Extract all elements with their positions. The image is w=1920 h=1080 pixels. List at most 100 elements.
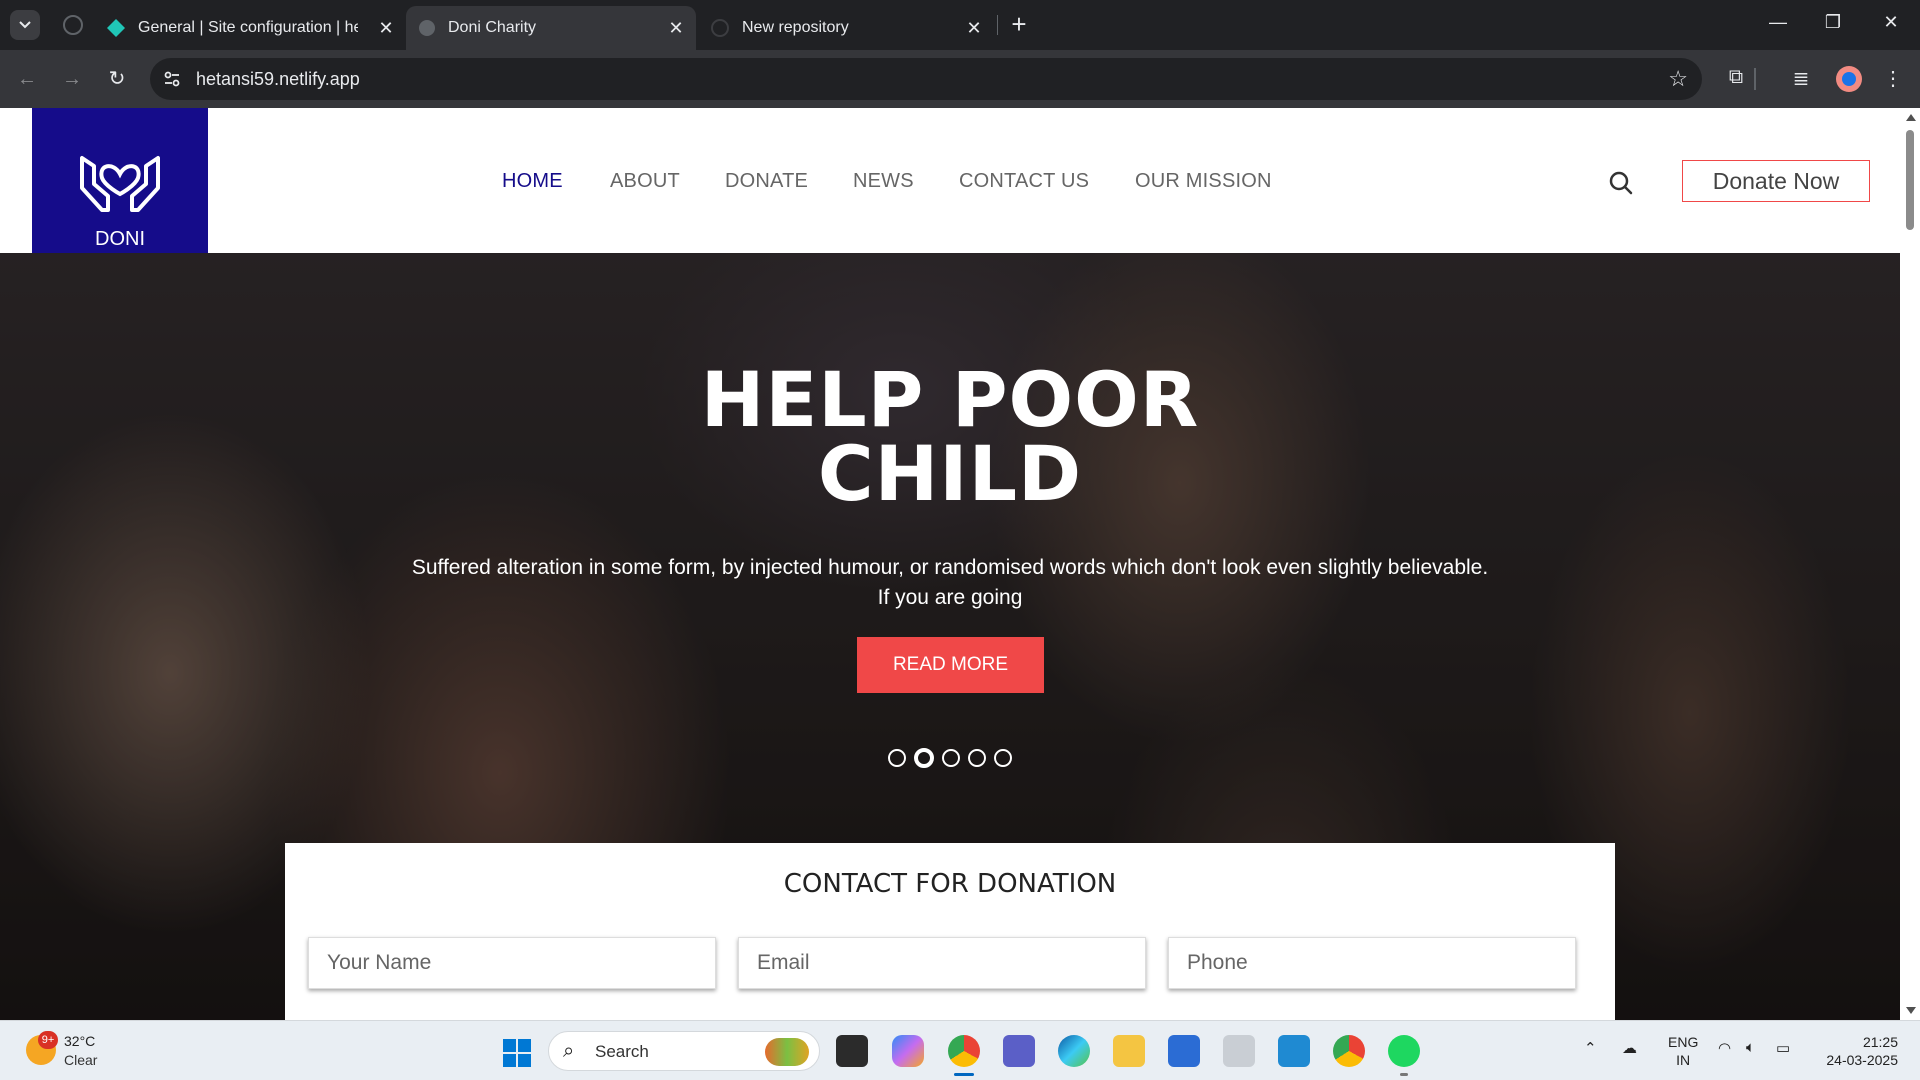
close-tab-icon[interactable]: ✕ [666, 18, 686, 38]
minimize-icon[interactable]: — [1763, 12, 1793, 38]
netlify-icon [107, 19, 125, 37]
windows-taskbar: 9+ 32°C Clear ⌕ Search ⌃ ☁ ENG IN ◠ 🔈︎ ▭… [0, 1020, 1920, 1080]
tab-title: New repository [742, 19, 849, 36]
show-hidden-icons-icon[interactable]: ⌃ [1584, 1039, 1597, 1057]
file-explorer-icon[interactable] [1113, 1035, 1145, 1067]
slider-dot-active[interactable] [914, 748, 934, 768]
site-header: DONI HOME ABOUT DONATE NEWS CONTACT US O… [0, 108, 1900, 253]
url-text: hetansi59.netlify.app [196, 69, 360, 89]
tab-title: Doni Charity [448, 19, 537, 36]
search-icon: ⌕ [563, 1040, 575, 1062]
nav-news[interactable]: NEWS [853, 170, 914, 193]
nav-our-mission[interactable]: OUR MISSION [1135, 170, 1272, 193]
spotify-icon[interactable] [1388, 1035, 1420, 1067]
reload-button[interactable]: ↻ [102, 64, 132, 94]
hero-text-line1: Suffered alteration in some form, by inj… [411, 556, 1489, 579]
tab-site-configuration[interactable]: General | Site configuration | hetansi59… [106, 6, 406, 50]
weather-badge: 9+ [38, 1031, 58, 1049]
close-tab-icon[interactable]: ✕ [376, 18, 396, 38]
logo-text: DONI [95, 228, 145, 250]
more-menu-icon[interactable]: ⋮ [1880, 66, 1906, 92]
hero-text-line2: If you are going [877, 586, 1023, 609]
name-input[interactable] [309, 938, 715, 988]
language-line2: IN [1676, 1052, 1691, 1068]
donation-contact-form: CONTACT FOR DONATION [285, 843, 1615, 1020]
hero-title: HELP POOR CHILD [0, 362, 1900, 518]
close-tab-icon[interactable]: ✕ [964, 18, 984, 38]
nav-contact-us[interactable]: CONTACT US [959, 170, 1089, 193]
donate-now-button[interactable]: Donate Now [1682, 160, 1870, 202]
profile-avatar[interactable] [1836, 66, 1862, 92]
tab-new-repository[interactable]: New repository ✕ [710, 6, 994, 50]
phone-field-wrapper [1168, 937, 1576, 989]
task-view-icon[interactable] [836, 1035, 868, 1067]
close-window-icon[interactable]: ✕ [1876, 12, 1906, 38]
language-line1: ENG [1668, 1034, 1699, 1050]
tab-search-button[interactable] [10, 10, 40, 40]
microsoft-store-icon[interactable] [1168, 1035, 1200, 1067]
active-app-indicator [954, 1073, 974, 1076]
nav-home[interactable]: HOME [502, 170, 563, 193]
clock-time: 21:25 [1862, 1034, 1898, 1050]
site-logo[interactable]: DONI [32, 108, 208, 253]
nav-donate[interactable]: DONATE [725, 170, 808, 193]
app-icon[interactable] [1223, 1035, 1255, 1067]
temperature: 32°C [64, 1033, 96, 1049]
github-pinned-tab-icon[interactable] [62, 14, 84, 36]
toolbar-divider [1754, 68, 1756, 90]
clock-date: 24-03-2025 [1826, 1052, 1898, 1068]
browser-toolbar: ← → ↻ hetansi59.netlify.app ☆ ⧉ ≣ ⋮ [0, 50, 1920, 108]
hero-title-line2: CHILD [817, 429, 1083, 518]
read-more-button[interactable]: READ MORE [857, 637, 1044, 693]
page-scrollbar[interactable] [1900, 108, 1920, 1020]
edge-icon[interactable] [1058, 1035, 1090, 1067]
form-title: CONTACT FOR DONATION [783, 869, 1117, 899]
hero-description: Suffered alteration in some form, by inj… [300, 553, 1600, 613]
windows-start-icon[interactable] [502, 1038, 532, 1068]
scroll-up-arrow-icon[interactable] [1906, 114, 1916, 121]
new-tab-button[interactable]: + [1006, 11, 1032, 38]
vscode-icon[interactable] [1278, 1035, 1310, 1067]
chrome-profile-icon[interactable] [1333, 1035, 1365, 1067]
taskbar-search[interactable]: ⌕ Search [548, 1031, 820, 1071]
extensions-icon[interactable]: ⧉ [1723, 66, 1749, 92]
scroll-thumb[interactable] [1906, 130, 1914, 230]
tab-doni-charity[interactable]: Doni Charity ✕ [406, 6, 696, 50]
media-controls-icon[interactable]: ≣ [1788, 66, 1814, 92]
slider-dot[interactable] [968, 749, 986, 767]
nav-about[interactable]: ABOUT [610, 170, 680, 193]
page-viewport: DONI HOME ABOUT DONATE NEWS CONTACT US O… [0, 108, 1900, 1020]
copilot-icon[interactable] [892, 1035, 924, 1067]
slider-dot[interactable] [942, 749, 960, 767]
bookmark-star-icon[interactable]: ☆ [1668, 66, 1688, 92]
tab-title: General | Site configuration | hetansi59 [138, 19, 358, 36]
onedrive-cloud-icon[interactable]: ☁ [1622, 1039, 1637, 1057]
slider-dot[interactable] [994, 749, 1012, 767]
slider-dot[interactable] [888, 749, 906, 767]
forward-button[interactable]: → [57, 64, 87, 94]
volume-icon[interactable]: 🔈︎ [1746, 1039, 1755, 1056]
battery-icon[interactable]: ▭ [1776, 1039, 1790, 1057]
restore-icon[interactable]: ❐ [1818, 12, 1848, 38]
wifi-icon[interactable]: ◠ [1718, 1039, 1731, 1057]
running-app-indicator [1400, 1073, 1408, 1076]
globe-icon [419, 20, 435, 36]
taskbar-search-label: Search [595, 1042, 649, 1061]
email-field-wrapper [738, 937, 1146, 989]
clock[interactable]: 21:25 24-03-2025 [1818, 1033, 1898, 1069]
scroll-down-arrow-icon[interactable] [1906, 1007, 1916, 1014]
address-bar[interactable]: hetansi59.netlify.app ☆ [150, 58, 1702, 100]
weather-condition: Clear [64, 1052, 98, 1068]
site-settings-icon[interactable] [162, 69, 182, 89]
chrome-icon[interactable] [948, 1035, 980, 1067]
back-button[interactable]: ← [12, 64, 42, 94]
phone-input[interactable] [1169, 938, 1575, 988]
tab-strip: General | Site configuration | hetansi59… [0, 0, 1920, 50]
language-indicator[interactable]: ENG IN [1668, 1033, 1698, 1069]
chevron-down-icon [19, 21, 31, 29]
search-icon[interactable] [1608, 170, 1634, 196]
teams-icon[interactable] [1003, 1035, 1035, 1067]
hands-heart-icon [80, 156, 160, 212]
search-highlight-icon [765, 1038, 809, 1066]
email-input[interactable] [739, 938, 1145, 988]
